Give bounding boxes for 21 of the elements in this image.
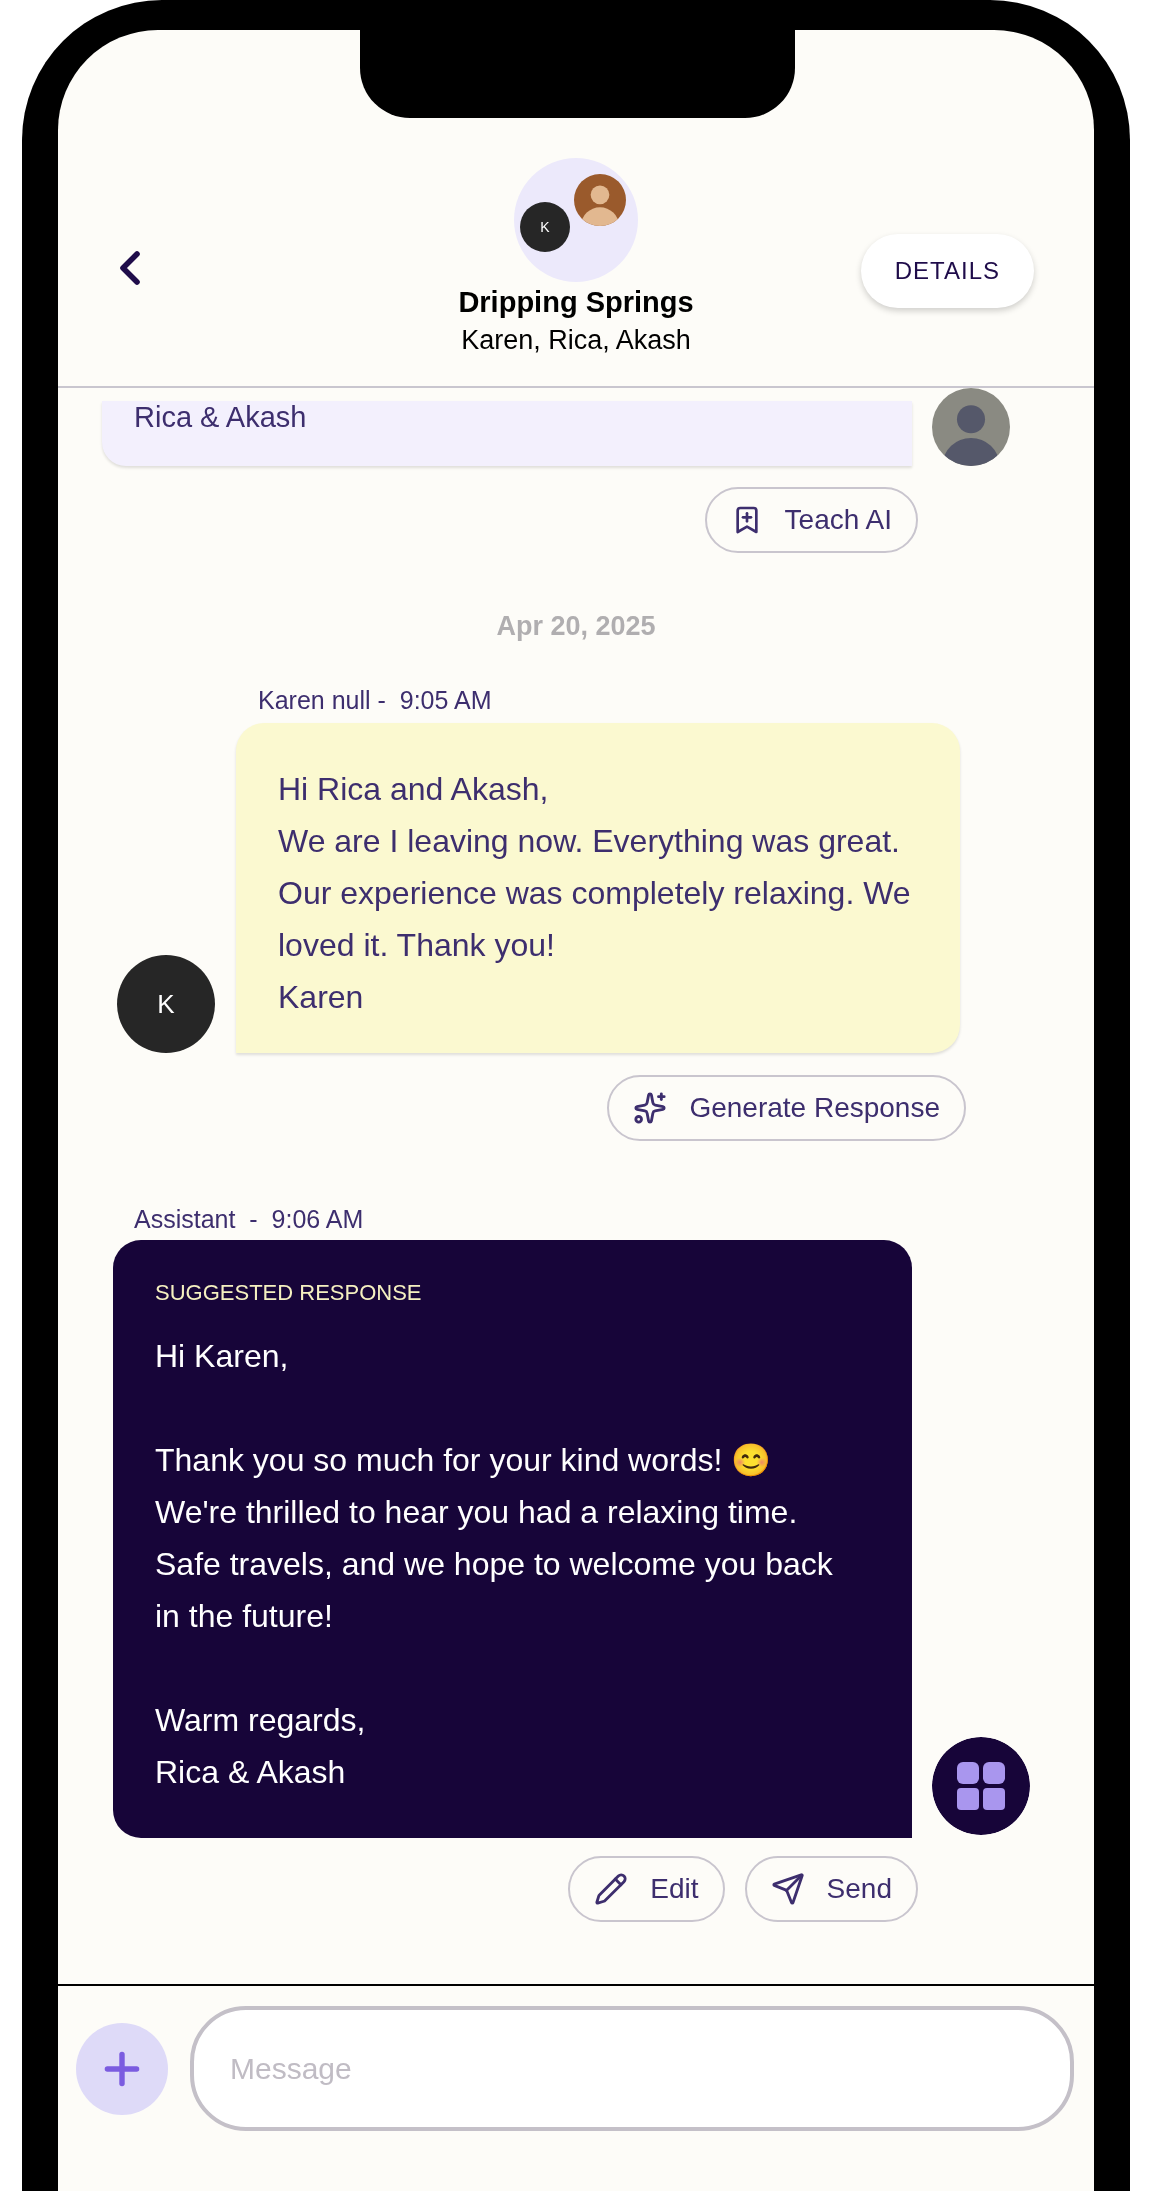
edit-button[interactable]: Edit xyxy=(568,1856,725,1922)
message-text: Rica & Akash xyxy=(134,401,307,434)
avatar: K xyxy=(117,955,215,1053)
assistant-avatar-icon xyxy=(932,1737,1030,1835)
avatar: K xyxy=(520,202,570,252)
send-icon xyxy=(770,1872,805,1906)
message-meta: Assistant - 9:06 AM xyxy=(134,1205,365,1234)
pencil-icon xyxy=(594,1872,629,1906)
message-meta: Karen null - 9:05 AM xyxy=(258,686,493,715)
message-field[interactable]: Message xyxy=(190,2006,1074,2131)
generate-response-button[interactable]: Generate Response xyxy=(607,1075,966,1141)
teach-ai-button[interactable]: Teach AI xyxy=(704,487,918,553)
message-text: Hi Rica and Akash, We are I leaving now. Everything was great. Our experience was completely relaxing. We loved it. Thank you! Karen xyxy=(278,771,912,1015)
send-button[interactable]: Send xyxy=(744,1856,918,1922)
suggestion-label: SUGGESTED RESPONSE xyxy=(155,1280,423,1306)
chat-participants: Karen, Rica, Akash xyxy=(461,325,691,356)
sparkles-icon xyxy=(633,1091,668,1125)
date-separator: Apr 20, 2025 xyxy=(495,611,657,642)
suggestion-text: Hi Karen, Thank you so much for your kind words! 😊 We're thrilled to hear you had a relaxing time. Safe travels, and we hope to welcome you back in the future! Warm regards, Rica & Akash xyxy=(155,1337,834,1792)
chat-title: Dripping Springs xyxy=(458,286,694,319)
details-button[interactable]: DETAILS xyxy=(860,234,1034,308)
